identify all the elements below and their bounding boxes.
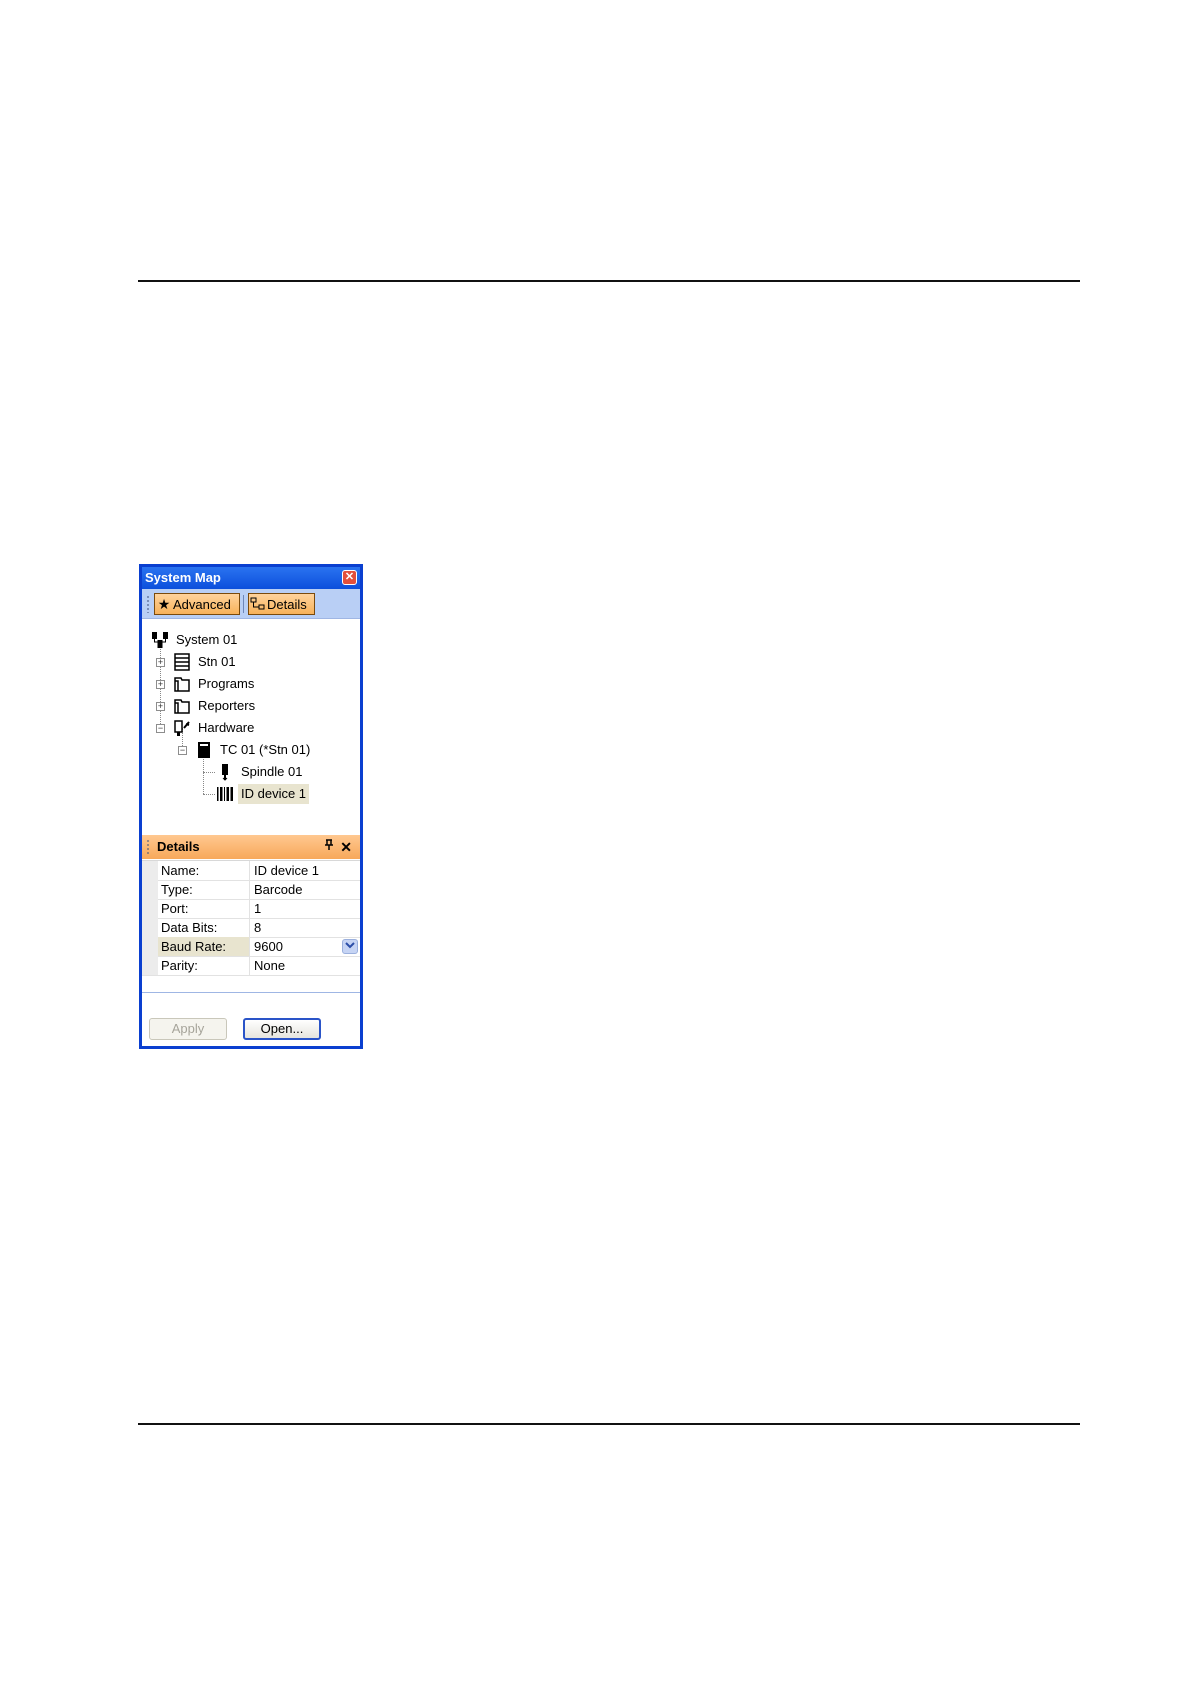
barcode-icon (217, 787, 233, 801)
property-row-name: Name: ID device 1 (142, 861, 360, 881)
tree-label: Stn 01 (198, 654, 236, 669)
star-icon: ★ (157, 596, 171, 612)
property-row-baud-rate: Baud Rate: 9600 (142, 937, 360, 957)
property-value[interactable]: 8 (254, 918, 261, 937)
expand-toggle[interactable]: + (156, 658, 165, 667)
property-value[interactable]: ID device 1 (254, 861, 319, 880)
property-key: Parity: (158, 956, 250, 975)
property-row-data-bits: Data Bits: 8 (142, 918, 360, 938)
tree-label: System 01 (176, 632, 238, 647)
property-row-type: Type: Barcode (142, 880, 360, 900)
details-label: Details (267, 597, 307, 612)
tree-label: TC 01 (*Stn 01) (220, 742, 311, 757)
row-gutter (142, 956, 158, 975)
folder-icon (174, 677, 190, 692)
property-key: Port: (158, 899, 250, 918)
close-details-icon[interactable]: ✕ (340, 835, 352, 859)
tree-label: Hardware (198, 720, 255, 735)
tree-line (203, 772, 215, 773)
close-window-button[interactable]: ✕ (342, 570, 357, 585)
property-value[interactable]: Barcode (254, 880, 302, 899)
property-row-port: Port: 1 (142, 899, 360, 919)
header-rule (138, 280, 1080, 282)
toolbar-grip[interactable] (147, 595, 149, 613)
property-value[interactable]: 1 (254, 899, 261, 918)
panel-divider (142, 992, 360, 993)
spindle-icon (222, 764, 228, 781)
system-tree: System 01 + Stn 01 + Programs + Reporter… (142, 620, 360, 822)
details-tree-icon (249, 594, 267, 614)
pin-icon[interactable] (324, 835, 334, 859)
row-gutter (142, 861, 158, 880)
row-gutter (142, 937, 158, 956)
property-value[interactable]: 9600 (254, 937, 283, 956)
station-icon (174, 653, 190, 671)
tree-label: ID device 1 (238, 784, 310, 804)
property-key: Data Bits: (158, 918, 250, 937)
expand-toggle[interactable]: + (156, 702, 165, 711)
apply-button[interactable]: Apply (149, 1018, 227, 1040)
details-panel-header[interactable]: Details ✕ (142, 835, 360, 859)
property-key: Type: (158, 880, 250, 899)
hardware-icon (174, 720, 190, 736)
row-gutter (142, 899, 158, 918)
row-gutter (142, 918, 158, 937)
tree-line (203, 794, 215, 795)
folder-icon (174, 699, 190, 714)
open-button[interactable]: Open... (243, 1018, 321, 1040)
expand-toggle[interactable]: + (156, 680, 165, 689)
window-title: System Map (145, 570, 221, 585)
close-icon: ✕ (344, 571, 355, 583)
property-grid: Name: ID device 1 Type: Barcode Port: 1 … (142, 860, 360, 1011)
details-button[interactable]: Details (248, 593, 315, 615)
tree-label: Reporters (198, 698, 256, 713)
row-gutter (142, 880, 158, 899)
tree-label: Programs (198, 676, 255, 691)
controller-icon (198, 742, 210, 758)
chevron-down-icon (345, 942, 355, 949)
footer-rule (138, 1423, 1080, 1425)
window-titlebar[interactable]: System Map ✕ (142, 567, 360, 589)
toolbar-separator (243, 595, 244, 613)
collapse-toggle[interactable]: − (156, 724, 165, 733)
property-value[interactable]: None (254, 956, 285, 975)
advanced-button[interactable]: ★ Advanced (154, 593, 240, 615)
property-row-parity: Parity: None (142, 956, 360, 976)
system-icon (152, 632, 168, 648)
system-map-window: System Map ✕ ★ Advanced Details System 0… (139, 564, 363, 1049)
details-grip[interactable] (147, 839, 149, 855)
toolbar: ★ Advanced Details (142, 589, 360, 619)
baud-rate-dropdown-button[interactable] (342, 939, 358, 954)
property-key: Name: (158, 861, 250, 880)
tree-label: Spindle 01 (241, 764, 303, 779)
property-key: Baud Rate: (158, 937, 250, 956)
collapse-toggle[interactable]: − (178, 746, 187, 755)
details-title: Details (157, 839, 200, 854)
advanced-label: Advanced (173, 597, 231, 612)
